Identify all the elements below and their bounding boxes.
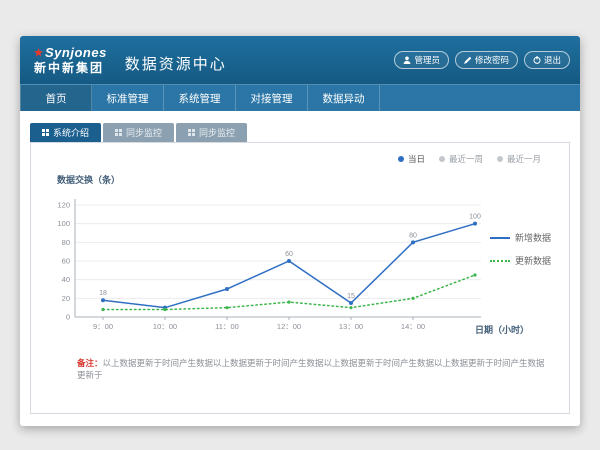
x-axis-title: 日期（小时） <box>475 323 529 336</box>
y-axis-title: 数据交换（条） <box>57 173 120 186</box>
svg-text:60: 60 <box>62 257 70 266</box>
nav-item-standards[interactable]: 标准管理 <box>92 85 164 111</box>
svg-text:20: 20 <box>62 294 70 303</box>
footnote: 备注：以上数据更新于时间产生数据以上数据更新于时间产生数据以上数据更新于时间产生… <box>77 357 553 381</box>
series-legend: 新增数据 更新数据 <box>490 231 551 267</box>
green-dotted-line-icon <box>490 260 510 262</box>
svg-text:9：00: 9：00 <box>93 322 113 331</box>
footnote-label: 备注： <box>77 358 103 368</box>
header-actions: 管理员 修改密码 退出 <box>394 51 570 69</box>
app-window: Synjones 新中新集团 数据资源中心 管理员 修改密码 <box>20 36 580 426</box>
line-chart: 0 20 40 60 80 100 120 9：00 10：00 11：00 12：00 13：00 1… <box>45 189 497 343</box>
svg-text:80: 80 <box>409 232 417 239</box>
svg-text:18: 18 <box>99 290 107 297</box>
dot-icon <box>497 156 503 162</box>
filter-last-month[interactable]: 最近一月 <box>497 153 541 165</box>
edit-icon <box>464 56 472 64</box>
change-password-button[interactable]: 修改密码 <box>455 51 518 69</box>
nav-item-data-change[interactable]: 数据异动 <box>308 85 380 111</box>
page-title: 数据资源中心 <box>125 53 227 74</box>
grid-icon <box>115 128 122 138</box>
filter-today[interactable]: 当日 <box>398 153 425 165</box>
nav-item-home[interactable]: 首页 <box>20 85 92 111</box>
chart-panel: 当日 最近一周 最近一月 数据交换（条） 0 20 40 60 80 100 120 9：00… <box>30 142 570 414</box>
header: Synjones 新中新集团 数据资源中心 管理员 修改密码 <box>20 36 580 84</box>
blue-line-icon <box>490 237 510 239</box>
tabbar: 系统介绍 同步监控 同步监控 <box>30 123 570 142</box>
svg-text:13：00: 13：00 <box>339 322 363 331</box>
svg-text:0: 0 <box>66 313 70 322</box>
grid-icon <box>42 128 49 138</box>
svg-text:60: 60 <box>285 251 293 258</box>
tab-sync-monitor-2[interactable]: 同步监控 <box>176 123 247 142</box>
svg-text:12：00: 12：00 <box>277 322 301 331</box>
filter-last-week[interactable]: 最近一周 <box>439 153 483 165</box>
legend-new-data[interactable]: 新增数据 <box>490 231 551 244</box>
svg-text:11：00: 11：00 <box>215 322 239 331</box>
svg-text:100: 100 <box>57 219 70 228</box>
tab-system-intro[interactable]: 系统介绍 <box>30 123 101 142</box>
svg-text:120: 120 <box>57 201 70 210</box>
dot-icon <box>398 156 404 162</box>
star-icon <box>34 46 43 60</box>
main-nav: 首页 标准管理 系统管理 对接管理 数据异动 <box>20 84 580 111</box>
dot-icon <box>439 156 445 162</box>
legend-update-data[interactable]: 更新数据 <box>490 254 551 267</box>
tab-sync-monitor-1[interactable]: 同步监控 <box>103 123 174 142</box>
nav-item-system[interactable]: 系统管理 <box>164 85 236 111</box>
svg-text:15: 15 <box>347 293 355 300</box>
svg-text:10：00: 10：00 <box>153 322 177 331</box>
content-area: 系统介绍 同步监控 同步监控 当日 <box>20 111 580 414</box>
svg-text:40: 40 <box>62 275 70 284</box>
nav-item-integration[interactable]: 对接管理 <box>236 85 308 111</box>
power-icon <box>533 56 541 64</box>
brand-logo: Synjones 新中新集团 <box>34 46 107 74</box>
brand-cn: 新中新集团 <box>34 62 107 75</box>
range-filter-legend: 当日 最近一周 最近一月 <box>398 153 541 165</box>
user-icon <box>403 56 411 64</box>
svg-text:14：00: 14：00 <box>401 322 425 331</box>
svg-text:80: 80 <box>62 238 70 247</box>
brand-text: Synjones <box>45 46 107 60</box>
logout-button[interactable]: 退出 <box>524 51 570 69</box>
footnote-text: 以上数据更新于时间产生数据以上数据更新于时间产生数据以上数据更新于时间产生数据以… <box>77 358 545 380</box>
grid-icon <box>188 128 195 138</box>
user-button[interactable]: 管理员 <box>394 51 449 69</box>
svg-text:100: 100 <box>469 214 481 221</box>
